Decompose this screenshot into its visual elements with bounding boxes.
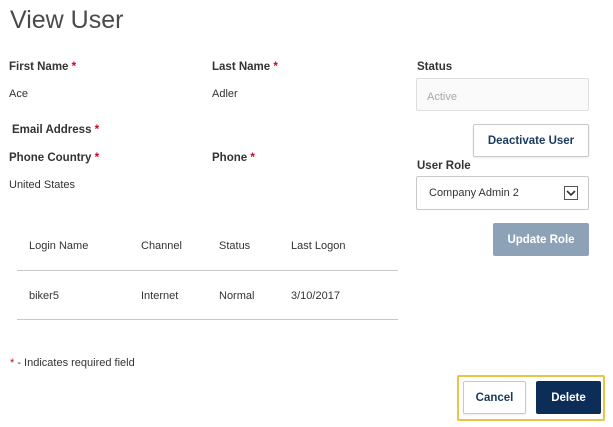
email-label-text: Email Address: [12, 124, 92, 136]
status-value: Active: [427, 91, 457, 103]
user-role-label: User Role: [417, 160, 471, 172]
user-role-select[interactable]: Company Admin 2: [416, 176, 589, 210]
phone-label: Phone *: [212, 152, 255, 164]
table-header-channel: Channel: [141, 240, 182, 252]
last-name-label-text: Last Name: [212, 61, 271, 73]
phone-country-label-text: Phone Country: [9, 152, 92, 164]
required-marker: *: [71, 61, 77, 73]
last-name-value: Adler: [212, 88, 238, 100]
table-cell-status: Normal: [219, 290, 255, 302]
table-cell-login-name: biker5: [29, 290, 59, 302]
email-label: Email Address *: [12, 124, 99, 136]
table-cell-channel: Internet: [141, 290, 179, 302]
update-role-button[interactable]: Update Role: [493, 223, 589, 256]
phone-label-text: Phone: [212, 152, 248, 164]
chevron-down-icon[interactable]: [564, 186, 578, 200]
first-name-label-text: First Name: [9, 61, 69, 73]
table-header-last-logon: Last Logon: [291, 240, 346, 252]
table-row[interactable]: biker5 Internet Normal 3/10/2017: [17, 271, 398, 319]
status-field: Active: [416, 78, 589, 111]
first-name-value: Ace: [9, 88, 28, 100]
required-marker: *: [273, 61, 278, 73]
table-bottom-divider: [17, 319, 398, 320]
logins-table: Login Name Channel Status Last Logon bik…: [17, 225, 398, 321]
phone-country-value: United States: [9, 179, 76, 191]
delete-button[interactable]: Delete: [536, 381, 601, 414]
phone-country-label: Phone Country *: [9, 152, 99, 164]
status-label: Status: [417, 61, 453, 73]
cancel-button[interactable]: Cancel: [463, 381, 526, 414]
deactivate-user-button[interactable]: Deactivate User: [473, 124, 589, 157]
first-name-label: First Name *: [9, 61, 76, 73]
last-name-label: Last Name *: [212, 61, 278, 73]
required-marker: *: [94, 124, 100, 136]
required-marker: *: [250, 152, 255, 164]
user-role-selected-value: Company Admin 2: [429, 187, 519, 199]
table-header-status: Status: [219, 240, 251, 252]
table-cell-last-logon: 3/10/2017: [291, 290, 340, 302]
required-note-text: - Indicates required field: [14, 357, 135, 369]
table-header-login-name: Login Name: [29, 240, 89, 252]
required-marker: *: [94, 152, 100, 164]
page-title: View User: [10, 6, 124, 34]
required-field-note: * - Indicates required field: [10, 357, 135, 369]
